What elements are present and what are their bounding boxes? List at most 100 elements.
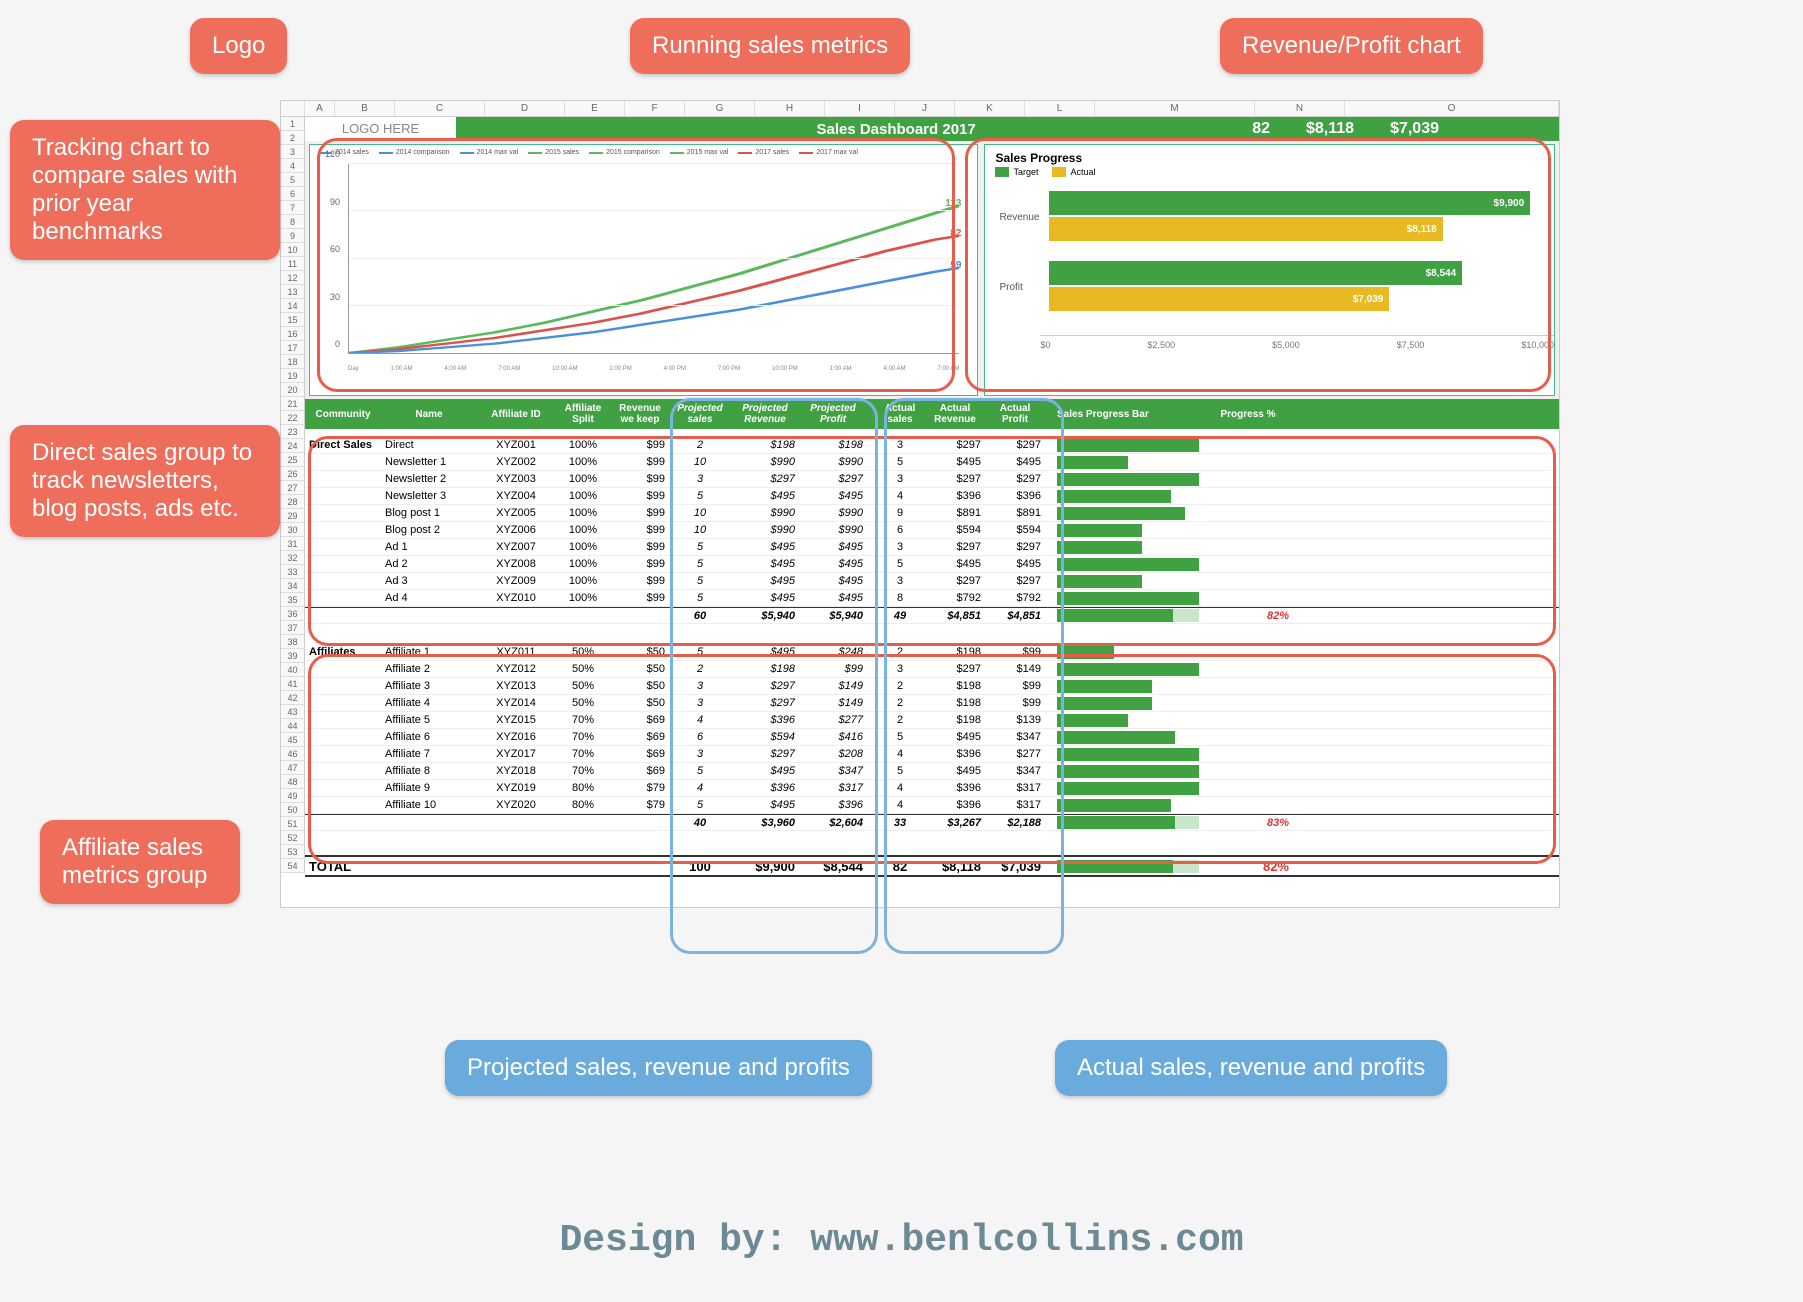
row-51[interactable]: 51: [281, 817, 305, 831]
row-12[interactable]: 12: [281, 271, 305, 285]
table-row[interactable]: Ad 4 XYZ010 100% $99 5 $495 $495 8 $792 …: [305, 590, 1559, 607]
running-metrics: 82 $8,118 $7,039: [1252, 120, 1559, 138]
row-4[interactable]: 4: [281, 159, 305, 173]
row-13[interactable]: 13: [281, 285, 305, 299]
table-row[interactable]: Affiliate 10 XYZ020 80% $79 5 $495 $396 …: [305, 797, 1559, 814]
col-K[interactable]: K: [955, 101, 1025, 116]
row-15[interactable]: 15: [281, 313, 305, 327]
footer-credit: Design by: www.benlcollins.com: [0, 1219, 1803, 1262]
row-8[interactable]: 8: [281, 215, 305, 229]
col-J[interactable]: J: [895, 101, 955, 116]
row-6[interactable]: 6: [281, 187, 305, 201]
tracking-line-chart[interactable]: 2014 sales2014 comparison2014 max val201…: [309, 144, 978, 396]
table-row[interactable]: Newsletter 1 XYZ002 100% $99 10 $990 $99…: [305, 454, 1559, 471]
table-row[interactable]: Affiliate 4 XYZ014 50% $50 3 $297 $149 2…: [305, 695, 1559, 712]
row-16[interactable]: 16: [281, 327, 305, 341]
table-row[interactable]: Newsletter 2 XYZ003 100% $99 3 $297 $297…: [305, 471, 1559, 488]
row-10[interactable]: 10: [281, 243, 305, 257]
col-D[interactable]: D: [485, 101, 565, 116]
table-row[interactable]: Affiliates Affiliate 1 XYZ011 50% $50 5 …: [305, 644, 1559, 661]
table-row[interactable]: Ad 2 XYZ008 100% $99 5 $495 $495 5 $495 …: [305, 556, 1559, 573]
row-19[interactable]: 19: [281, 369, 305, 383]
row-32[interactable]: 32: [281, 551, 305, 565]
col-C[interactable]: C: [395, 101, 485, 116]
row-22[interactable]: 22: [281, 411, 305, 425]
col-L[interactable]: L: [1025, 101, 1095, 116]
row-48[interactable]: 48: [281, 775, 305, 789]
row-49[interactable]: 49: [281, 789, 305, 803]
row-52[interactable]: 52: [281, 831, 305, 845]
table-row[interactable]: Affiliate 7 XYZ017 70% $69 3 $297 $208 4…: [305, 746, 1559, 763]
table-row[interactable]: Ad 3 XYZ009 100% $99 5 $495 $495 3 $297 …: [305, 573, 1559, 590]
table-row[interactable]: Affiliate 6 XYZ016 70% $69 6 $594 $416 5…: [305, 729, 1559, 746]
revenue-profit-bar-chart[interactable]: Sales Progress TargetActual Revenue $9,9…: [984, 144, 1555, 396]
row-46[interactable]: 46: [281, 747, 305, 761]
row-50[interactable]: 50: [281, 803, 305, 817]
row-41[interactable]: 41: [281, 677, 305, 691]
row-5[interactable]: 5: [281, 173, 305, 187]
row-54[interactable]: 54: [281, 859, 305, 873]
col-H[interactable]: H: [755, 101, 825, 116]
row-11[interactable]: 11: [281, 257, 305, 271]
row-44[interactable]: 44: [281, 719, 305, 733]
row-18[interactable]: 18: [281, 355, 305, 369]
table-row[interactable]: Blog post 1 XYZ005 100% $99 10 $990 $990…: [305, 505, 1559, 522]
table-row[interactable]: Blog post 2 XYZ006 100% $99 10 $990 $990…: [305, 522, 1559, 539]
col-I[interactable]: I: [825, 101, 895, 116]
row-29[interactable]: 29: [281, 509, 305, 523]
col-F[interactable]: F: [625, 101, 685, 116]
row-47[interactable]: 47: [281, 761, 305, 775]
callout-direct-sales: Direct sales group to track newsletters,…: [10, 425, 280, 537]
table-row[interactable]: Affiliate 8 XYZ018 70% $69 5 $495 $347 5…: [305, 763, 1559, 780]
row-9[interactable]: 9: [281, 229, 305, 243]
row-37[interactable]: 37: [281, 621, 305, 635]
row-21[interactable]: 21: [281, 397, 305, 411]
hdr-revkeep: Revenue we keep: [611, 401, 669, 427]
row-24[interactable]: 24: [281, 439, 305, 453]
table-row[interactable]: Newsletter 3 XYZ004 100% $99 5 $495 $495…: [305, 488, 1559, 505]
row-1[interactable]: 1: [281, 117, 305, 131]
table-row[interactable]: Direct Sales Direct XYZ001 100% $99 2 $1…: [305, 437, 1559, 454]
col-E[interactable]: E: [565, 101, 625, 116]
table-row[interactable]: Affiliate 3 XYZ013 50% $50 3 $297 $149 2…: [305, 678, 1559, 695]
col-M[interactable]: M: [1095, 101, 1255, 116]
row-7[interactable]: 7: [281, 201, 305, 215]
col-O[interactable]: O: [1345, 101, 1559, 116]
table-row[interactable]: Affiliate 9 XYZ019 80% $79 4 $396 $317 4…: [305, 780, 1559, 797]
hdr-affid: Affiliate ID: [477, 407, 555, 422]
row-2[interactable]: 2: [281, 131, 305, 145]
hbar-group: Profit $8,544 $7,039: [999, 261, 1540, 313]
row-17[interactable]: 17: [281, 341, 305, 355]
row-34[interactable]: 34: [281, 579, 305, 593]
row-31[interactable]: 31: [281, 537, 305, 551]
table-row[interactable]: Affiliate 2 XYZ012 50% $50 2 $198 $99 3 …: [305, 661, 1559, 678]
row-36[interactable]: 36: [281, 607, 305, 621]
row-42[interactable]: 42: [281, 691, 305, 705]
subtotal-row: 60$5,940$5,940 49$4,851$4,851 82%: [305, 607, 1559, 624]
row-26[interactable]: 26: [281, 467, 305, 481]
row-3[interactable]: 3: [281, 145, 305, 159]
row-39[interactable]: 39: [281, 649, 305, 663]
row-33[interactable]: 33: [281, 565, 305, 579]
callout-revenue-chart: Revenue/Profit chart: [1220, 18, 1483, 74]
row-45[interactable]: 45: [281, 733, 305, 747]
row-14[interactable]: 14: [281, 299, 305, 313]
table-row[interactable]: Ad 1 XYZ007 100% $99 5 $495 $495 3 $297 …: [305, 539, 1559, 556]
row-40[interactable]: 40: [281, 663, 305, 677]
col-N[interactable]: N: [1255, 101, 1345, 116]
row-35[interactable]: 35: [281, 593, 305, 607]
col-A[interactable]: A: [305, 101, 335, 116]
row-30[interactable]: 30: [281, 523, 305, 537]
row-38[interactable]: 38: [281, 635, 305, 649]
row-25[interactable]: 25: [281, 453, 305, 467]
row-20[interactable]: 20: [281, 383, 305, 397]
col-B[interactable]: B: [335, 101, 395, 116]
row-53[interactable]: 53: [281, 845, 305, 859]
table-row[interactable]: Affiliate 5 XYZ015 70% $69 4 $396 $277 2…: [305, 712, 1559, 729]
logo-placeholder: LOGO HERE: [305, 117, 460, 141]
row-28[interactable]: 28: [281, 495, 305, 509]
col-G[interactable]: G: [685, 101, 755, 116]
row-43[interactable]: 43: [281, 705, 305, 719]
row-27[interactable]: 27: [281, 481, 305, 495]
row-23[interactable]: 23: [281, 425, 305, 439]
